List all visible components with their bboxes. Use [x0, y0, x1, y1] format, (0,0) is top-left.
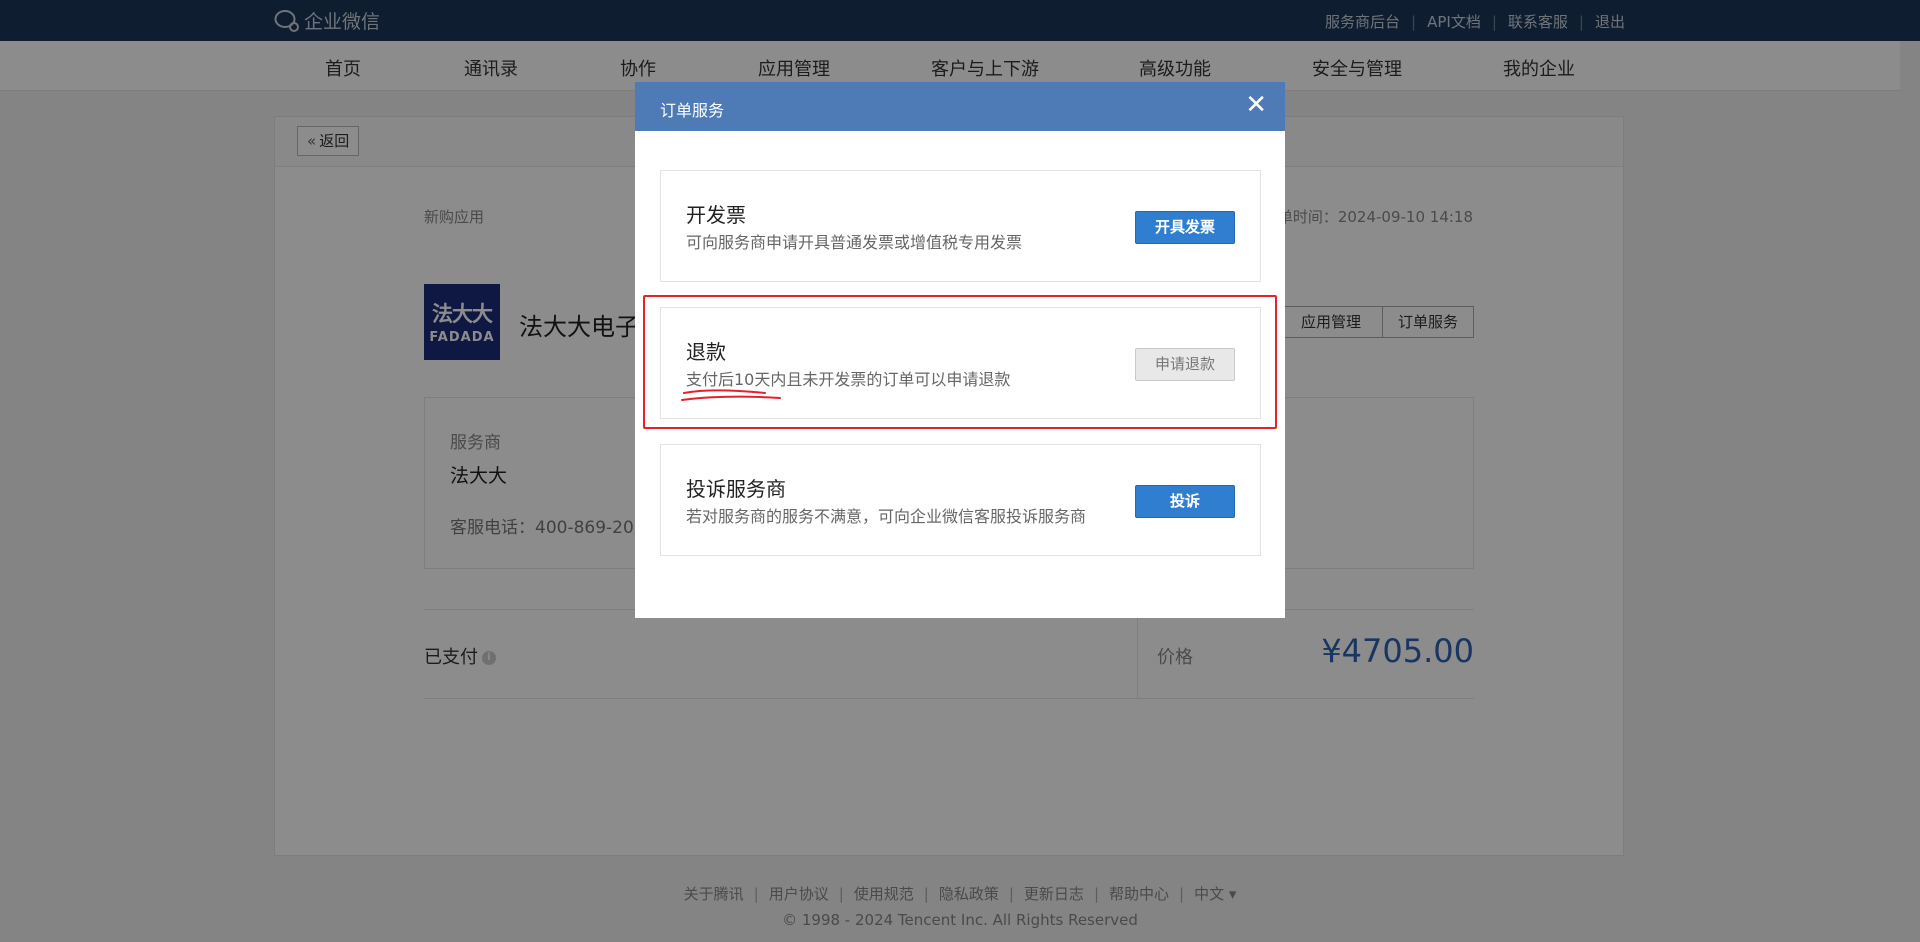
invoice-title: 开发票 — [686, 203, 746, 227]
issue-invoice-button[interactable]: 开具发票 — [1135, 211, 1235, 244]
refund-title: 退款 — [686, 340, 726, 364]
order-service-dialog: 订单服务 ✕ 开发票 可向服务商申请开具普通发票或增值税专用发票 开具发票 退款… — [635, 82, 1285, 618]
complain-button[interactable]: 投诉 — [1135, 485, 1235, 518]
complaint-option: 投诉服务商 若对服务商的服务不满意，可向企业微信客服投诉服务商 投诉 — [660, 444, 1261, 556]
apply-refund-button[interactable]: 申请退款 — [1135, 348, 1235, 381]
dialog-title: 订单服务 — [660, 101, 725, 120]
close-icon[interactable]: ✕ — [1245, 92, 1267, 118]
invoice-desc: 可向服务商申请开具普通发票或增值税专用发票 — [686, 233, 1023, 252]
complaint-title: 投诉服务商 — [686, 477, 786, 501]
refund-option: 退款 支付后10天内且未开发票的订单可以申请退款 申请退款 — [660, 307, 1261, 419]
invoice-option: 开发票 可向服务商申请开具普通发票或增值税专用发票 开具发票 — [660, 170, 1261, 282]
refund-desc: 支付后10天内且未开发票的订单可以申请退款 — [686, 370, 1011, 389]
complaint-desc: 若对服务商的服务不满意，可向企业微信客服投诉服务商 — [686, 507, 1087, 526]
dialog-header: 订单服务 ✕ — [635, 82, 1285, 131]
